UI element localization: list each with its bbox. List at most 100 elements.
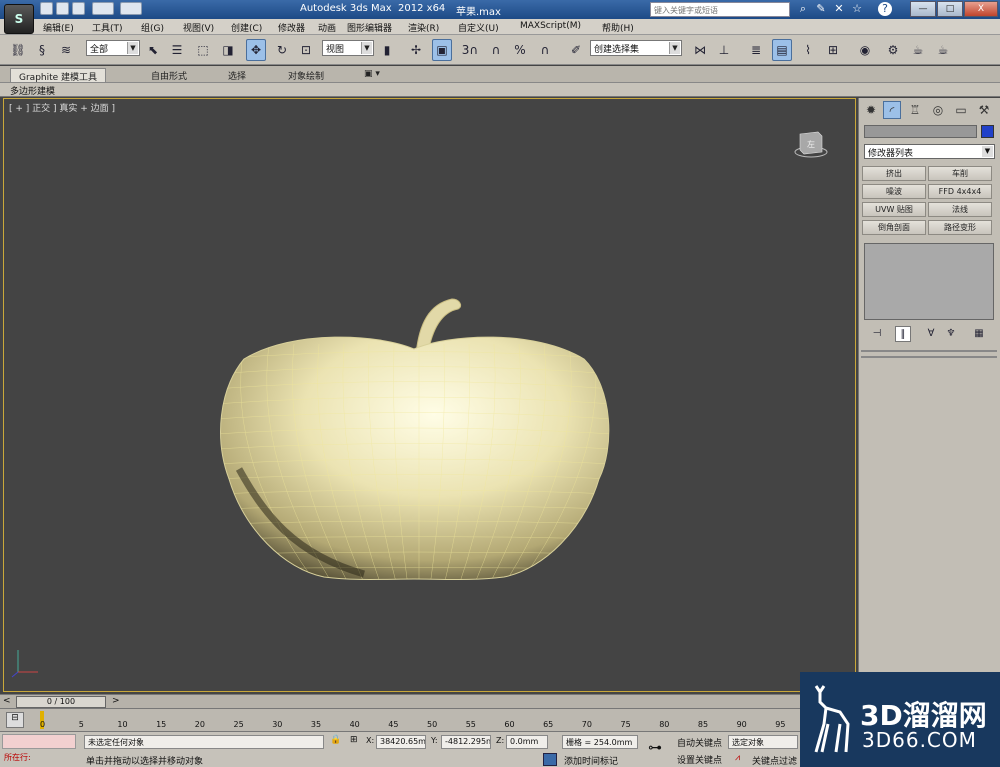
edit-named-selection-icon[interactable]: ✐ <box>566 39 586 61</box>
application-menu-button[interactable]: S <box>4 4 34 34</box>
perspective-viewport[interactable]: [ + ] 正交 ] 真实 + 边面 ] 左 <box>3 98 856 692</box>
menu-graph-editors[interactable]: 图形编辑器 <box>347 21 392 34</box>
object-color-swatch[interactable] <box>981 125 994 138</box>
binoculars-icon[interactable]: ⌕ <box>796 2 810 16</box>
create-tab-icon[interactable]: ✹ <box>862 101 880 119</box>
menu-tools[interactable]: 工具(T) <box>92 21 123 34</box>
save-file-icon[interactable] <box>72 2 85 15</box>
schematic-view-icon[interactable]: ⊞ <box>823 39 843 61</box>
menu-animation[interactable]: 动画 <box>318 21 336 34</box>
selection-filter-dropdown[interactable]: 全部 ▼ <box>86 40 140 56</box>
named-selection-dropdown[interactable]: 创建选择集 ▼ <box>590 40 682 56</box>
polygon-modeling-panel[interactable]: 多边形建模 <box>10 84 55 97</box>
y-coordinate-field[interactable]: -4812.295n <box>441 735 491 749</box>
undo-icon[interactable] <box>92 2 114 15</box>
mirror-icon[interactable]: ⋈ <box>690 39 710 61</box>
add-time-tag[interactable]: 添加时间标记 <box>564 754 618 767</box>
unlink-icon[interactable]: § <box>32 39 52 61</box>
modifier-uvw-map-button[interactable]: UVW 贴图 <box>862 202 926 217</box>
search-input[interactable]: 键入关键字或短语 <box>650 2 790 17</box>
z-coordinate-field[interactable]: 0.0mm <box>506 735 548 749</box>
material-editor-icon[interactable]: ◉ <box>855 39 875 61</box>
hierarchy-tab-icon[interactable]: ♖ <box>906 101 924 119</box>
snaps-toggle-icon[interactable]: 3 ∩ <box>460 39 480 61</box>
window-crossing-icon[interactable]: ◨ <box>218 39 238 61</box>
time-tag-icon[interactable] <box>543 753 557 766</box>
tab-graphite[interactable]: Graphite 建模工具 <box>10 68 107 83</box>
pivot-center-icon[interactable]: ▮ <box>377 39 397 61</box>
redo-icon[interactable] <box>120 2 142 15</box>
maxscript-listener[interactable] <box>2 734 76 749</box>
menu-modifiers[interactable]: 修改器 <box>278 21 305 34</box>
modifier-ffd-button[interactable]: FFD 4x4x4 <box>928 184 992 199</box>
modifier-bevel-profile-button[interactable]: 倒角剖面 <box>862 220 926 235</box>
menu-customize[interactable]: 自定义(U) <box>458 21 499 34</box>
lock-selection-icon[interactable]: 🔒 <box>330 735 341 745</box>
select-and-rotate-icon[interactable]: ↻ <box>272 39 292 61</box>
graphite-toggle-icon[interactable]: ▤ <box>772 39 792 61</box>
percent-snap-icon[interactable]: % <box>510 39 530 61</box>
time-next-icon[interactable]: > <box>112 696 120 706</box>
display-tab-icon[interactable]: ▭ <box>952 101 970 119</box>
configure-modifier-sets-icon[interactable]: ▦ <box>971 326 987 342</box>
menu-maxscript[interactable]: MAXScript(M) <box>520 21 581 31</box>
communication-icon[interactable]: ✕ <box>832 2 846 16</box>
modifier-normal-button[interactable]: 法线 <box>928 202 992 217</box>
set-key-label[interactable]: 设置关键点 <box>677 753 722 766</box>
time-slider-thumb[interactable]: 0 / 100 <box>16 696 106 708</box>
close-button[interactable]: X <box>964 1 998 17</box>
favorites-icon[interactable]: ☆ <box>850 2 864 16</box>
reference-coordinate-dropdown[interactable]: 视图 ▼ <box>322 40 374 56</box>
select-and-manipulate-icon[interactable]: ✢ <box>406 39 426 61</box>
render-production-icon[interactable]: ☕ <box>933 39 953 61</box>
angle-snap-icon[interactable]: ∩ <box>486 39 506 61</box>
curve-editor-icon[interactable]: ⌇ <box>798 39 818 61</box>
remove-modifier-icon[interactable]: ♆ <box>943 326 959 342</box>
apple-model[interactable] <box>214 194 614 594</box>
utilities-tab-icon[interactable]: ⚒ <box>975 101 993 119</box>
key-selection-dropdown[interactable]: 选定对象 <box>728 735 798 749</box>
tab-freeform[interactable]: 自由形式 <box>143 68 195 82</box>
time-prev-icon[interactable]: < <box>3 696 11 706</box>
menu-rendering[interactable]: 渲染(R) <box>408 21 439 34</box>
absolute-mode-icon[interactable]: ⊞ <box>350 735 358 745</box>
ribbon-options-icon[interactable]: ▣ ▾ <box>356 68 388 82</box>
select-by-name-icon[interactable]: ☰ <box>167 39 187 61</box>
viewcube[interactable]: 左 <box>794 126 828 160</box>
viewport-label[interactable]: [ + ] 正交 ] 真实 + 边面 ] <box>9 101 115 114</box>
menu-edit[interactable]: 编辑(E) <box>43 21 74 34</box>
minimize-button[interactable]: — <box>910 1 936 17</box>
modify-tab-icon[interactable]: ◜ <box>883 101 901 119</box>
modifier-extrude-button[interactable]: 挤出 <box>862 166 926 181</box>
menu-views[interactable]: 视图(V) <box>183 21 214 34</box>
menu-create[interactable]: 创建(C) <box>231 21 262 34</box>
rendered-frame-window-icon[interactable]: ☕ <box>908 39 928 61</box>
align-icon[interactable]: ⊥ <box>714 39 734 61</box>
select-object-icon[interactable]: ⬉ <box>143 39 163 61</box>
modifier-path-deform-button[interactable]: 路径变形 <box>928 220 992 235</box>
modifier-stack-list[interactable] <box>864 243 994 320</box>
make-unique-icon[interactable]: ∀ <box>923 326 939 342</box>
select-and-scale-icon[interactable]: ⊡ <box>296 39 316 61</box>
menu-help[interactable]: 帮助(H) <box>602 21 634 34</box>
modifier-lathe-button[interactable]: 车削 <box>928 166 992 181</box>
key-filters-icon[interactable]: ⩘ <box>735 753 740 763</box>
maximize-button[interactable]: □ <box>937 1 963 17</box>
motion-tab-icon[interactable]: ◎ <box>929 101 947 119</box>
layer-manager-icon[interactable]: ≣ <box>746 39 766 61</box>
set-key-icon[interactable]: ⊶ <box>648 740 662 756</box>
show-end-result-icon[interactable]: ∥ <box>895 326 911 342</box>
auto-key-label[interactable]: 自动关键点 <box>677 736 722 749</box>
bind-space-warp-icon[interactable]: ≋ <box>56 39 76 61</box>
rectangular-selection-icon[interactable]: ⬚ <box>193 39 213 61</box>
select-and-move-icon[interactable]: ✥ <box>246 39 266 61</box>
tab-object-paint[interactable]: 对象绘制 <box>280 68 332 82</box>
modifier-list-dropdown[interactable]: 修改器列表 ▼ <box>864 144 995 159</box>
keyboard-shortcut-override-icon[interactable]: ▣ <box>432 39 452 61</box>
new-file-icon[interactable] <box>40 2 53 15</box>
modifier-noise-button[interactable]: 噪波 <box>862 184 926 199</box>
object-name-field[interactable] <box>864 125 977 138</box>
tab-selection[interactable]: 选择 <box>220 68 254 82</box>
render-setup-icon[interactable]: ⚙ <box>883 39 903 61</box>
menu-group[interactable]: 组(G) <box>141 21 164 34</box>
